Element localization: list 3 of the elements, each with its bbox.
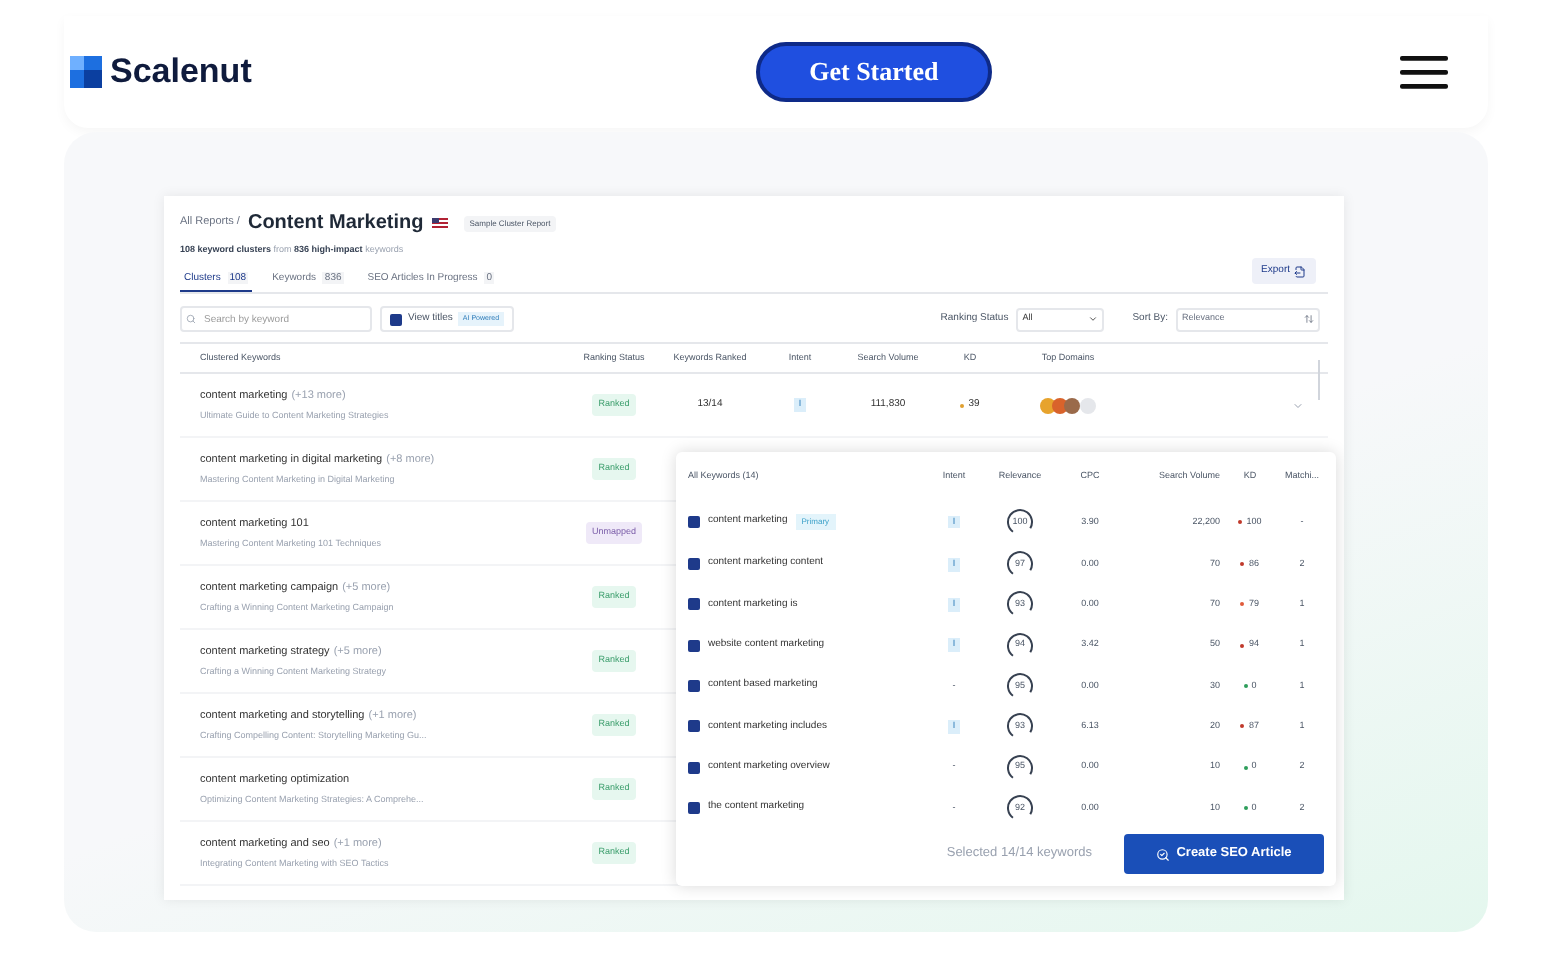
get-started-button[interactable]: Get Started <box>755 42 992 102</box>
logo-text: Scalenut <box>110 50 252 95</box>
report-title: Content Marketing <box>247 210 424 238</box>
